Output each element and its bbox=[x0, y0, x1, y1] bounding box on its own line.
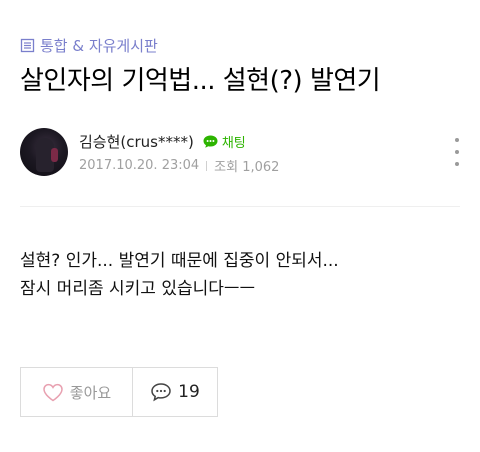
avatar-accent bbox=[51, 148, 58, 162]
view-count: 조회 1,062 bbox=[214, 160, 280, 175]
like-button[interactable]: 좋아요 bbox=[20, 367, 133, 417]
chat-button[interactable]: 채팅 bbox=[202, 132, 246, 151]
more-dot-icon bbox=[455, 150, 459, 154]
post-date: 2017.10.20. 23:04 bbox=[79, 158, 200, 173]
chat-bubble-icon bbox=[203, 135, 218, 148]
post-meta: 2017.10.20. 23:04 조회 1,062 bbox=[79, 156, 279, 175]
post-title: 살인자의 기억법... 설현(?) 발연기 bbox=[20, 66, 381, 96]
author-name[interactable]: 김승현(crus****) bbox=[79, 131, 194, 152]
chat-label: 채팅 bbox=[221, 136, 246, 151]
post-body-line: 잠시 머리좀 시키고 있습니다ㅡㅡ bbox=[20, 279, 256, 299]
author-row: 김승현(crus****) 채팅 bbox=[79, 131, 246, 152]
post-body: 설현? 인가... 발연기 때문에 집중이 안되서... 잠시 머리좀 시키고 … bbox=[20, 247, 339, 303]
comment-icon bbox=[151, 383, 171, 402]
breadcrumb[interactable]: 통합 & 자유게시판 bbox=[20, 35, 158, 56]
more-options-button[interactable] bbox=[451, 138, 463, 166]
like-label: 좋아요 bbox=[69, 383, 112, 402]
user-avatar[interactable] bbox=[20, 128, 68, 176]
breadcrumb-label[interactable]: 통합 & 자유게시판 bbox=[40, 35, 158, 56]
more-dot-icon bbox=[455, 138, 459, 142]
board-list-icon bbox=[20, 38, 35, 53]
meta-divider bbox=[206, 160, 208, 171]
heart-icon bbox=[43, 383, 63, 401]
post-body-line: 설현? 인가... 발연기 때문에 집중이 안되서... bbox=[20, 251, 339, 271]
header-divider bbox=[20, 206, 460, 207]
comment-count: 19 bbox=[178, 382, 200, 402]
comment-button[interactable]: 19 bbox=[132, 367, 218, 417]
more-dot-icon bbox=[455, 162, 459, 166]
